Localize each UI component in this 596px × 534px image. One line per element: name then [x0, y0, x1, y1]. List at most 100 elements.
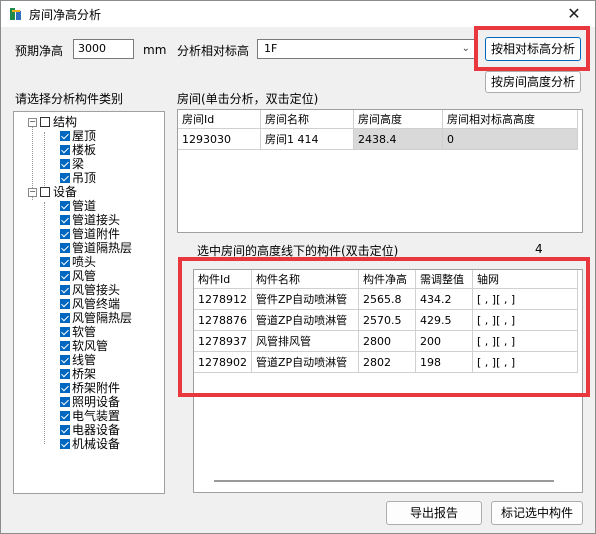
table-header-row: 房间Id 房间名称 房间高度 房间相对标高高度 — [178, 110, 578, 129]
analyze-by-relative-level-button[interactable]: 按相对标高分析 — [485, 37, 581, 61]
table-cell: 管道ZP自动喷淋管 — [251, 309, 359, 331]
table-cell: [ , ][ , ] — [472, 309, 578, 331]
checkbox[interactable] — [60, 201, 70, 211]
checkbox[interactable] — [60, 229, 70, 239]
tree-item-label: 电器设备 — [72, 423, 121, 437]
table-cell: [ , ][ , ] — [472, 330, 578, 352]
column-header[interactable]: 构件名称 — [251, 270, 359, 289]
checkbox[interactable] — [60, 411, 70, 421]
checkbox[interactable] — [60, 173, 70, 183]
table-row[interactable]: 1278912 管件ZP自动喷淋管 2565.8 434.2 [ , ][ , … — [194, 288, 578, 310]
collapse-icon[interactable]: − — [28, 118, 37, 127]
table-cell: [ , ][ , ] — [472, 288, 578, 310]
rooms-panel-title: 房间(单击分析，双击定位) — [177, 92, 319, 106]
table-cell: 0 — [442, 128, 578, 150]
table-cell: 风管排风管 — [251, 330, 359, 352]
tree-item-label: 电气装置 — [72, 409, 121, 423]
export-report-button[interactable]: 导出报告 — [386, 501, 482, 525]
checkbox[interactable] — [60, 257, 70, 267]
table-cell: 1278937 — [194, 330, 252, 352]
checkbox[interactable] — [60, 145, 70, 155]
tree-item-label: 风管接头 — [72, 283, 121, 297]
category-panel-title: 请选择分析构件类别 — [15, 92, 124, 106]
checkbox[interactable] — [60, 369, 70, 379]
analyze-by-room-height-button[interactable]: 按房间高度分析 — [485, 71, 581, 93]
tree-item-label: 管道附件 — [72, 227, 121, 241]
table-cell: 200 — [415, 330, 473, 352]
checkbox[interactable] — [60, 397, 70, 407]
table-cell: 198 — [415, 351, 473, 373]
column-header[interactable]: 构件净高 — [358, 270, 416, 289]
table-cell: 2802 — [358, 351, 416, 373]
tree-item-label: 风管隔热层 — [72, 311, 133, 325]
checkbox[interactable] — [60, 313, 70, 323]
tree-group-label: 结构 — [53, 115, 78, 129]
column-header[interactable]: 需调整值 — [415, 270, 473, 289]
tree-item-label: 屋顶 — [72, 129, 97, 143]
tree-item-label: 桥架 — [72, 367, 97, 381]
checkbox[interactable] — [60, 439, 70, 449]
tree-guide — [44, 202, 45, 444]
table-cell: 1278912 — [194, 288, 252, 310]
mark-selected-button[interactable]: 标记选中构件 — [491, 501, 583, 525]
checkbox[interactable] — [40, 117, 50, 127]
checkbox[interactable] — [60, 243, 70, 253]
column-header[interactable]: 轴网 — [472, 270, 578, 289]
checkbox[interactable] — [60, 215, 70, 225]
table-cell: 2570.5 — [358, 309, 416, 331]
column-header[interactable]: 房间相对标高高度 — [442, 110, 578, 129]
category-tree[interactable]: − 结构 屋顶 楼板 梁 吊顶 − 设备 管道 管道接头 管道附件 管道隔热层 … — [13, 111, 165, 494]
tree-guide — [44, 132, 45, 186]
table-cell: 2565.8 — [358, 288, 416, 310]
table-cell: 429.5 — [415, 309, 473, 331]
tree-item-label: 梁 — [72, 157, 85, 171]
rooms-table[interactable]: 房间Id 房间名称 房间高度 房间相对标高高度 1293030 房间1 414 … — [177, 109, 583, 233]
column-header[interactable]: 房间高度 — [353, 110, 443, 129]
table-row[interactable]: 1278902 管道ZP自动喷淋管 2802 198 [ , ][ , ] — [194, 351, 578, 373]
checkbox[interactable] — [60, 383, 70, 393]
table-row[interactable]: 1278876 管道ZP自动喷淋管 2570.5 429.5 [ , ][ , … — [194, 309, 578, 331]
components-count: 4 — [535, 242, 543, 256]
checkbox[interactable] — [60, 425, 70, 435]
table-cell: 434.2 — [415, 288, 473, 310]
tree-item-label: 软风管 — [72, 339, 109, 353]
relative-level-label: 分析相对标高 — [177, 44, 250, 58]
collapse-icon[interactable]: − — [28, 188, 37, 197]
expected-height-input[interactable]: 3000 — [73, 39, 134, 59]
table-cell: 管件ZP自动喷淋管 — [251, 288, 359, 310]
table-cell: 管道ZP自动喷淋管 — [251, 351, 359, 373]
relative-level-select[interactable]: 1F ⌄ — [257, 39, 475, 59]
components-table[interactable]: 构件Id 构件名称 构件净高 需调整值 轴网 1278912 管件ZP自动喷淋管… — [193, 269, 583, 493]
table-cell: 1278902 — [194, 351, 252, 373]
tree-item-label: 管道 — [72, 199, 97, 213]
checkbox[interactable] — [60, 299, 70, 309]
tree-item-label: 风管终端 — [72, 297, 121, 311]
close-icon[interactable]: ✕ — [561, 3, 587, 25]
checkbox[interactable] — [60, 341, 70, 351]
tree-item-label: 吊顶 — [72, 171, 97, 185]
tree-item-label: 机械设备 — [72, 437, 121, 451]
table-row[interactable]: 1293030 房间1 414 2438.4 0 — [178, 128, 578, 150]
window-title: 房间净高分析 — [29, 8, 102, 22]
unit-label: mm — [143, 43, 167, 57]
table-cell: 2800 — [358, 330, 416, 352]
title-bar: 房间净高分析 ✕ — [1, 1, 595, 27]
checkbox[interactable] — [60, 285, 70, 295]
checkbox[interactable] — [60, 327, 70, 337]
horizontal-scrollbar[interactable] — [214, 480, 554, 482]
column-header[interactable]: 房间Id — [178, 110, 261, 129]
table-row[interactable]: 1278937 风管排风管 2800 200 [ , ][ , ] — [194, 330, 578, 352]
table-cell: [ , ][ , ] — [472, 351, 578, 373]
table-header-row: 构件Id 构件名称 构件净高 需调整值 轴网 — [194, 270, 578, 289]
checkbox[interactable] — [40, 187, 50, 197]
tree-item-label: 管道接头 — [72, 213, 121, 227]
checkbox[interactable] — [60, 271, 70, 281]
checkbox[interactable] — [60, 159, 70, 169]
tree-item-label: 照明设备 — [72, 395, 121, 409]
checkbox[interactable] — [60, 355, 70, 365]
column-header[interactable]: 构件Id — [194, 270, 252, 289]
relative-level-value: 1F — [264, 42, 278, 55]
tree-item-label: 管道隔热层 — [72, 241, 133, 255]
column-header[interactable]: 房间名称 — [260, 110, 354, 129]
checkbox[interactable] — [60, 131, 70, 141]
